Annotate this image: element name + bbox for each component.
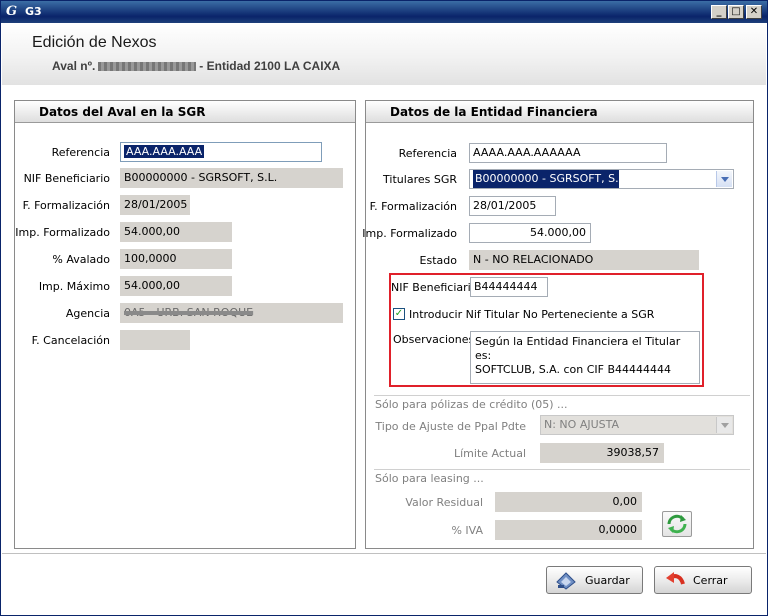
limite-actual-label: Límite Actual xyxy=(454,447,526,460)
nif-beneficiario-field: B00000000 - SGRSOFT, S.L. xyxy=(120,168,343,188)
imp-formalizado-field: 54.000,00 xyxy=(120,222,232,242)
titulares-sgr-select[interactable]: B00000000 - SGRSOFT, S.L. xyxy=(469,169,734,189)
tipo-ajuste-select: N: NO AJUSTA xyxy=(540,415,734,435)
app-logo-icon: G xyxy=(6,4,18,19)
valor-residual-label: Valor Residual xyxy=(405,496,483,509)
panel-title: Datos de la Entidad Financiera xyxy=(366,101,753,123)
page-subtitle: Aval nº. - Entidad 2100 LA CAIXA xyxy=(52,59,340,73)
nif-no-perteneciente-checkbox[interactable]: ✓ xyxy=(393,308,405,320)
observaciones-label: Observaciones xyxy=(393,333,475,346)
porcentaje-avalado-field: 100,0000 xyxy=(120,249,232,269)
ef-imp-formalizado-label: Imp. Formalizado xyxy=(362,227,457,240)
dialog-header: Edición de Nexos Aval nº. - Entidad 2100 … xyxy=(2,23,766,85)
observaciones-line-1: Según la Entidad Financiera el Titular e… xyxy=(475,335,681,362)
agencia-field: 0A5 - URB. SAN ROQUE xyxy=(120,303,343,323)
page-title: Edición de Nexos xyxy=(32,34,157,51)
imp-maximo-field: 54.000,00 xyxy=(120,276,232,296)
agencia-label: Agencia xyxy=(65,307,110,320)
porcentaje-iva-label: % IVA xyxy=(451,524,483,537)
porcentaje-avalado-label: % Avalado xyxy=(52,253,110,266)
subtitle-prefix: Aval nº. xyxy=(52,59,96,73)
redacted-aval-number xyxy=(98,62,197,72)
f-cancelacion-label: F. Cancelación xyxy=(31,334,110,347)
tipo-ajuste-label: Tipo de Ajuste de Ppal Pdte xyxy=(375,420,526,433)
dialog-window: G G3 _ □ ✕ Edición de Nexos Aval nº. - En… xyxy=(0,0,768,616)
leasing-section-title: Sólo para leasing ... xyxy=(375,472,484,485)
referencia-label: Referencia xyxy=(51,146,110,159)
porcentaje-iva-field: 0,0000 xyxy=(495,520,642,540)
entidad-financiera-panel: Datos de la Entidad Financiera Referenci… xyxy=(362,100,754,549)
referencia-field[interactable]: AAA.AAA.AAA xyxy=(120,142,322,162)
refresh-button[interactable] xyxy=(662,511,692,537)
subtitle-suffix: - Entidad 2100 LA CAIXA xyxy=(199,59,341,73)
guardar-button[interactable]: Guardar xyxy=(546,566,643,594)
panel-title: Datos del Aval en la SGR xyxy=(15,101,355,123)
observaciones-textarea[interactable]: Según la Entidad Financiera el Titular e… xyxy=(470,331,700,384)
ef-nif-beneficiario-label: NIF Beneficiario xyxy=(391,281,478,294)
divider xyxy=(374,469,750,470)
aval-sgr-panel: Datos del Aval en la SGR Referencia AAA.… xyxy=(14,100,356,549)
f-cancelacion-field xyxy=(120,330,190,350)
save-icon xyxy=(556,572,576,590)
ef-f-formalizacion-label: F. Formalización xyxy=(369,200,457,213)
estado-field: N - NO RELACIONADO xyxy=(469,250,699,270)
ef-referencia-input[interactable]: AAAA.AAA.AAAAAA xyxy=(469,143,667,163)
footer-divider xyxy=(2,553,766,554)
title-bar: G G3 _ □ ✕ xyxy=(1,1,767,23)
minimize-button[interactable]: _ xyxy=(711,5,727,19)
limite-actual-field: 39038,57 xyxy=(540,443,664,463)
chevron-down-icon xyxy=(716,417,732,433)
f-formalizacion-field: 28/01/2005 xyxy=(120,195,190,215)
refresh-icon xyxy=(667,514,687,534)
f-formalizacion-label: F. Formalización xyxy=(22,199,110,212)
back-arrow-icon xyxy=(666,572,685,585)
credito-section-title: Sólo para pólizas de crédito (05) ... xyxy=(375,398,568,411)
estado-label: Estado xyxy=(419,254,457,267)
cerrar-label: Cerrar xyxy=(693,574,728,587)
cerrar-button[interactable]: Cerrar xyxy=(654,566,752,594)
guardar-label: Guardar xyxy=(585,574,630,587)
chevron-down-icon[interactable] xyxy=(716,171,732,187)
observaciones-line-2: SOFTCLUB, S.A. con CIF B44444444 xyxy=(475,363,672,376)
close-window-button[interactable]: ✕ xyxy=(746,5,762,19)
ef-nif-beneficiario-input[interactable]: B44444444 xyxy=(470,277,548,297)
valor-residual-field: 0,00 xyxy=(495,492,642,512)
ef-imp-formalizado-input[interactable]: 54.000,00 xyxy=(469,223,591,243)
divider xyxy=(374,395,750,396)
imp-maximo-label: Imp. Máximo xyxy=(38,280,110,293)
ef-referencia-label: Referencia xyxy=(398,147,457,160)
ef-f-formalizacion-input[interactable]: 28/01/2005 xyxy=(469,196,556,216)
nif-no-perteneciente-label: Introducir Nif Titular No Perteneciente … xyxy=(409,308,655,321)
maximize-button[interactable]: □ xyxy=(728,5,744,19)
titulares-sgr-label: Titulares SGR xyxy=(383,173,457,186)
nif-beneficiario-label: NIF Beneficiario xyxy=(23,172,110,185)
imp-formalizado-label: Imp. Formalizado xyxy=(15,226,110,239)
window-title: G3 xyxy=(25,5,42,18)
